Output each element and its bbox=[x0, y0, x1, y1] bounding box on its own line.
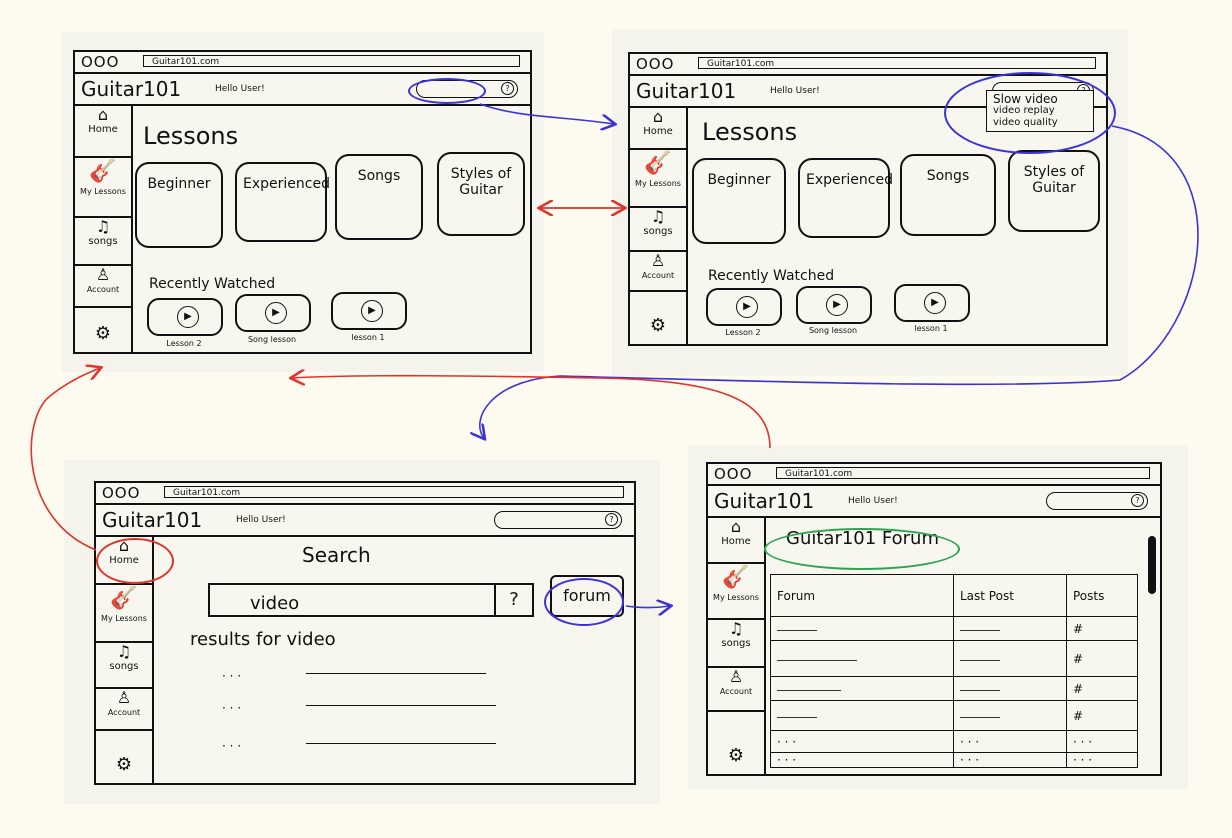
flow-arrow-forum-button bbox=[625, 606, 670, 608]
flow-arrow-help-to-search bbox=[480, 125, 1199, 438]
flow-arrow-forum-to-home bbox=[292, 376, 771, 449]
flow-arrow-home-to-home bbox=[30, 368, 100, 551]
flow-arrows bbox=[30, 103, 1199, 838]
flow-arrow-search-to-help bbox=[479, 103, 614, 124]
